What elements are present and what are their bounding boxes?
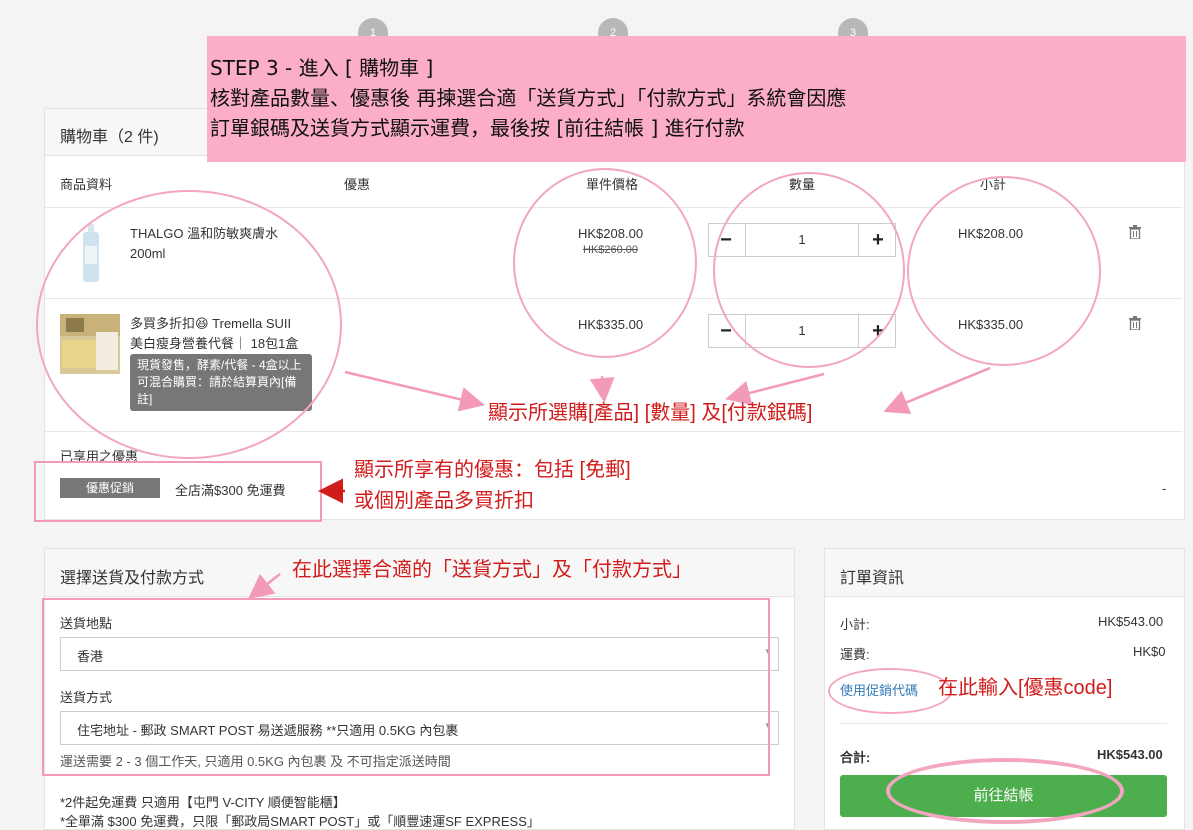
annotation-show-discount-2: 或個別產品多買折扣 bbox=[354, 490, 534, 512]
annotation-show-discount-1: 顯示所享有的優惠：包括 [免郵] bbox=[354, 459, 631, 481]
annotation-show-product: 顯示所選購[產品] [數量] 及[付款銀碼] bbox=[488, 402, 813, 424]
annotation-choose-method: 在此選擇合適的「送貨方式」及「付款方式」 bbox=[292, 559, 692, 581]
annotation-enter-code: 在此輸入[優惠code] bbox=[938, 677, 1113, 699]
